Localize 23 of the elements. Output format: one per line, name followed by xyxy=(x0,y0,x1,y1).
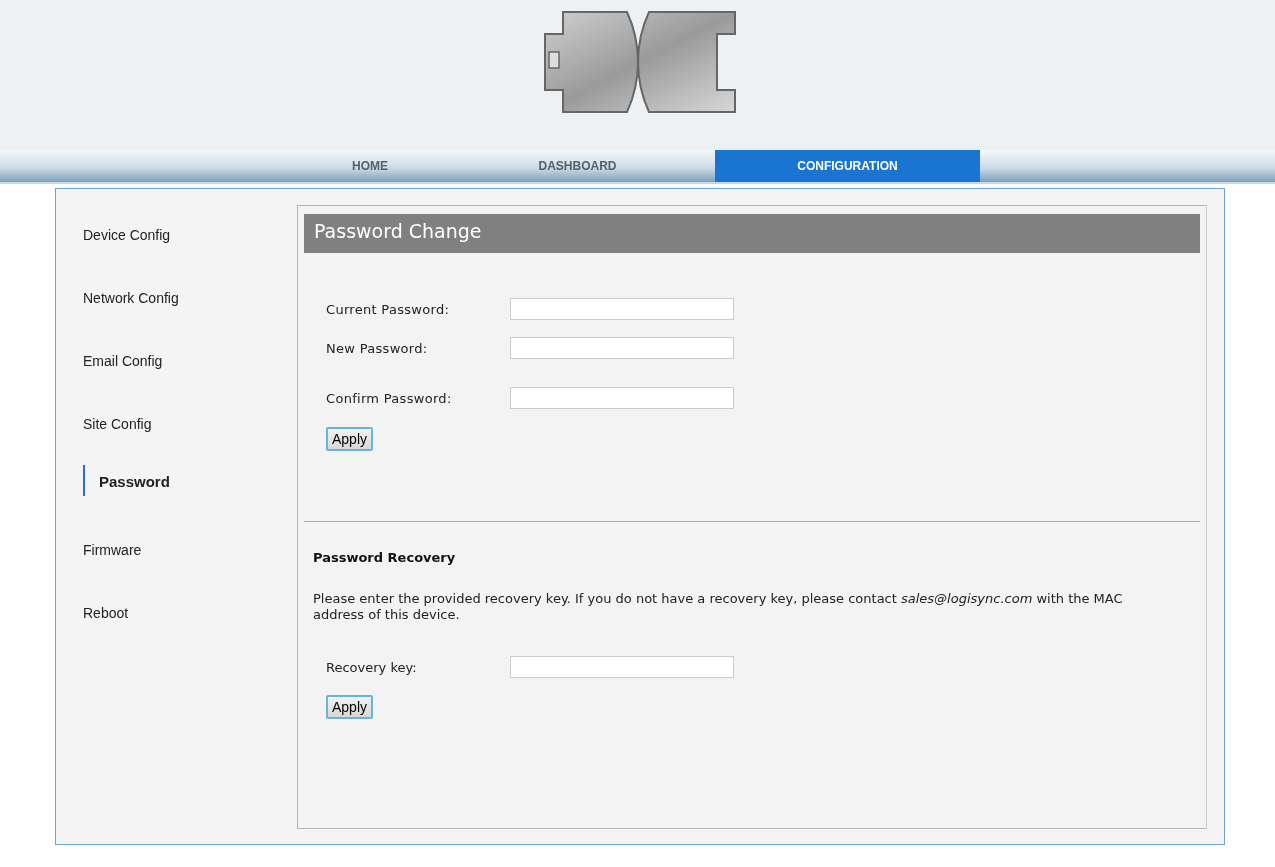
sidebar-item[interactable]: Password xyxy=(83,465,170,496)
password-field[interactable] xyxy=(510,387,734,409)
nav-tab[interactable]: DASHBOARD xyxy=(440,150,715,182)
sidebar-item[interactable]: Email Config xyxy=(83,343,163,369)
nav-tab[interactable]: CONFIGURATION xyxy=(715,150,980,182)
apply-button[interactable]: Apply xyxy=(326,427,374,451)
field-label: New Password: xyxy=(326,340,429,356)
sidebar-item[interactable]: Site Config xyxy=(83,406,152,432)
apply-button[interactable]: Apply xyxy=(326,695,374,719)
password-field[interactable] xyxy=(510,298,734,320)
field-label: Current Password: xyxy=(326,301,451,317)
recovery-instructions: Please enter the provided recovery key. If you do not have a recovery key, please contact sales@logisync.com with the MAC address of this device. xyxy=(313,591,1124,623)
field-label: Recovery key: xyxy=(326,659,418,675)
sidebar-item[interactable]: Device Config xyxy=(83,217,171,243)
section-heading: Password Recovery xyxy=(313,550,457,565)
password-field[interactable] xyxy=(510,337,734,359)
sidebar-item[interactable]: Network Config xyxy=(83,280,179,306)
field-label: Confirm Password: xyxy=(326,390,453,406)
panel-title: Password Change xyxy=(304,214,1200,253)
recovery-key-field[interactable] xyxy=(510,656,734,678)
sidebar-item[interactable]: Reboot xyxy=(83,595,129,621)
sidebar-item[interactable]: Firmware xyxy=(83,532,142,558)
nav-tab[interactable]: HOME xyxy=(300,150,440,182)
